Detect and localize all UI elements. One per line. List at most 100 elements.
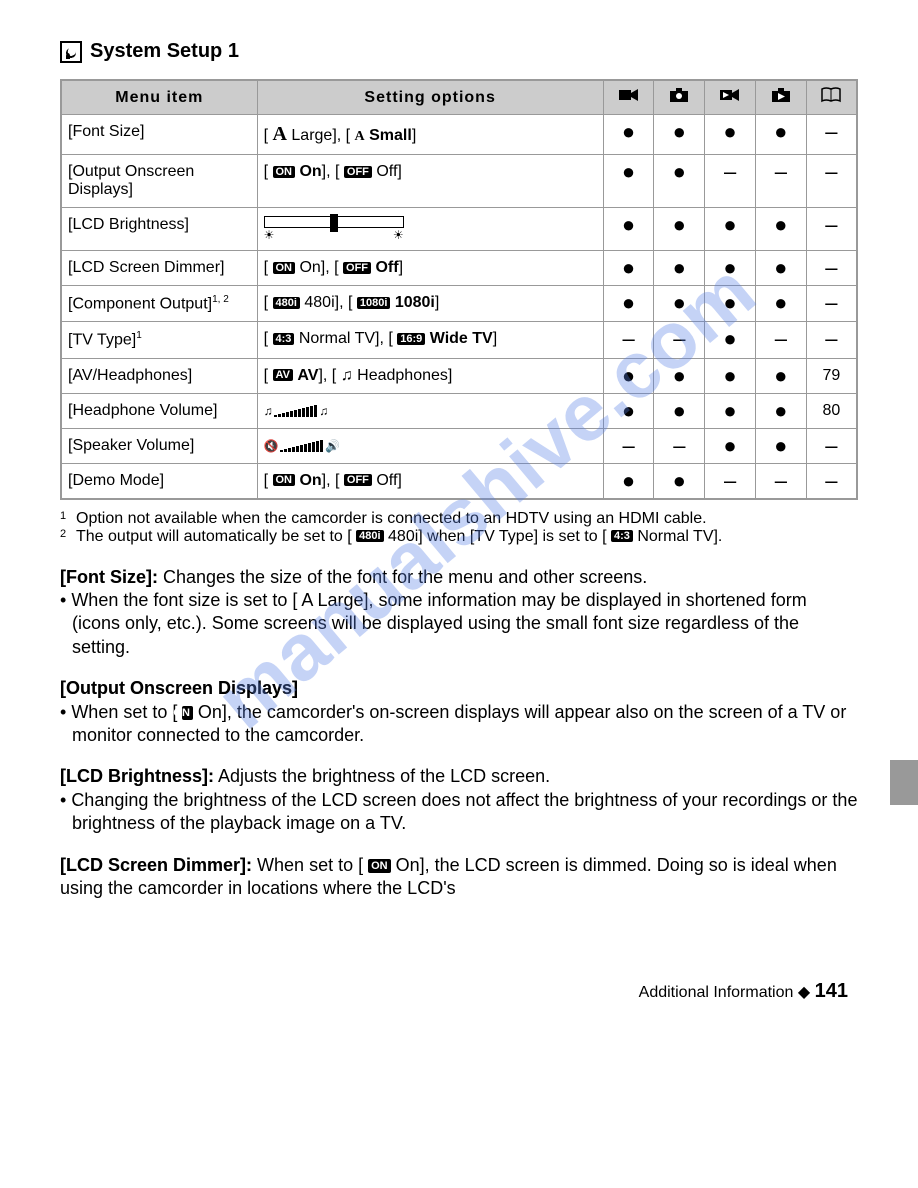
wrench-icon: [60, 41, 82, 63]
page-title: System Setup 1: [90, 40, 239, 63]
availability-cell: ●: [654, 155, 705, 208]
setting-options-cell: [ ON On], [ OFF Off]: [257, 463, 603, 499]
availability-cell: ●: [603, 208, 654, 251]
availability-cell: ●: [654, 393, 705, 428]
availability-cell: ●: [654, 251, 705, 286]
footnotes: 1 Option not available when the camcorde…: [60, 510, 858, 546]
availability-cell: –: [806, 428, 857, 463]
availability-cell: ●: [755, 428, 806, 463]
availability-cell: ●: [755, 115, 806, 155]
table-row: [LCD Screen Dimmer][ ON On], [ OFF Off]●…: [61, 251, 857, 286]
availability-cell: –: [603, 322, 654, 358]
menu-item-cell: [Speaker Volume]: [61, 428, 257, 463]
header-setting-options: Setting options: [257, 80, 603, 115]
menu-item-cell: [LCD Screen Dimmer]: [61, 251, 257, 286]
menu-item-cell: [AV/Headphones]: [61, 358, 257, 393]
availability-cell: –: [705, 463, 756, 499]
availability-cell: –: [806, 251, 857, 286]
page-footer: Additional Information ◆ 141: [60, 980, 858, 1003]
desc-lcd-dimmer: [LCD Screen Dimmer]: When set to [ ON On…: [60, 854, 858, 901]
availability-cell: 79: [806, 358, 857, 393]
availability-cell: –: [806, 463, 857, 499]
desc-lcd-brightness: [LCD Brightness]: Adjusts the brightness…: [60, 765, 858, 835]
setting-options-cell: 🔇 🔊: [257, 428, 603, 463]
table-row: [Font Size][ A Large], [ A Small]●●●●–: [61, 115, 857, 155]
availability-cell: ●: [603, 115, 654, 155]
table-row: [LCD Brightness]☀☀●●●●–: [61, 208, 857, 251]
availability-cell: ●: [654, 208, 705, 251]
availability-cell: –: [755, 155, 806, 208]
menu-item-cell: [Font Size]: [61, 115, 257, 155]
menu-item-cell: [Component Output]1, 2: [61, 286, 257, 322]
video-camera-icon: [603, 80, 654, 115]
availability-cell: ●: [755, 393, 806, 428]
availability-cell: –: [654, 428, 705, 463]
availability-cell: ●: [705, 286, 756, 322]
availability-cell: –: [806, 286, 857, 322]
availability-cell: ●: [654, 463, 705, 499]
footnote-1-marker: 1: [60, 510, 76, 528]
availability-cell: –: [755, 322, 806, 358]
availability-cell: ●: [705, 393, 756, 428]
menu-item-cell: [LCD Brightness]: [61, 208, 257, 251]
availability-cell: ●: [603, 251, 654, 286]
setting-options-cell: [ ON On], [ OFF Off]: [257, 251, 603, 286]
availability-cell: ●: [705, 322, 756, 358]
availability-cell: ●: [603, 358, 654, 393]
setting-options-cell: ♫ ♫: [257, 393, 603, 428]
table-row: [AV/Headphones][ AV AV], [ ♫ Headphones]…: [61, 358, 857, 393]
availability-cell: –: [806, 322, 857, 358]
availability-cell: –: [603, 428, 654, 463]
availability-cell: ●: [603, 155, 654, 208]
availability-cell: ●: [705, 208, 756, 251]
menu-item-cell: [TV Type]1: [61, 322, 257, 358]
setting-options-cell: ☀☀: [257, 208, 603, 251]
setting-options-cell: [ 480i 480i], [ 1080i 1080i]: [257, 286, 603, 322]
availability-cell: ●: [705, 251, 756, 286]
availability-cell: ●: [654, 286, 705, 322]
setting-options-cell: [ AV AV], [ ♫ Headphones]: [257, 358, 603, 393]
menu-item-cell: [Output Onscreen Displays]: [61, 155, 257, 208]
desc-output-onscreen: [Output Onscreen Displays] • When set to…: [60, 677, 858, 747]
availability-cell: ●: [603, 286, 654, 322]
availability-cell: –: [806, 155, 857, 208]
availability-cell: –: [654, 322, 705, 358]
availability-cell: ●: [654, 358, 705, 393]
availability-cell: –: [806, 115, 857, 155]
photo-play-icon: [755, 80, 806, 115]
menu-item-cell: [Headphone Volume]: [61, 393, 257, 428]
availability-cell: ●: [755, 251, 806, 286]
header-menu-item: Menu item: [61, 80, 257, 115]
menu-item-cell: [Demo Mode]: [61, 463, 257, 499]
footnote-1-text: Option not available when the camcorder …: [76, 510, 722, 528]
availability-cell: ●: [755, 208, 806, 251]
availability-cell: ●: [705, 428, 756, 463]
camera-icon: [654, 80, 705, 115]
availability-cell: ●: [755, 286, 806, 322]
availability-cell: ●: [705, 358, 756, 393]
settings-table: Menu item Setting options [Font Size][ A…: [60, 79, 858, 500]
setting-options-cell: [ A Large], [ A Small]: [257, 115, 603, 155]
side-tab: [890, 760, 918, 805]
setting-options-cell: [ ON On], [ OFF Off]: [257, 155, 603, 208]
desc-font-size: [Font Size]: Changes the size of the fon…: [60, 566, 858, 660]
availability-cell: ●: [603, 463, 654, 499]
availability-cell: ●: [755, 358, 806, 393]
availability-cell: ●: [603, 393, 654, 428]
table-row: [Output Onscreen Displays][ ON On], [ OF…: [61, 155, 857, 208]
availability-cell: –: [806, 208, 857, 251]
table-row: [TV Type]1[ 4:3 Normal TV], [ 16:9 Wide …: [61, 322, 857, 358]
availability-cell: –: [705, 155, 756, 208]
table-row: [Demo Mode][ ON On], [ OFF Off]●●–––: [61, 463, 857, 499]
table-row: [Headphone Volume]♫ ♫●●●●80: [61, 393, 857, 428]
footnote-2-text: The output will automatically be set to …: [76, 528, 722, 546]
table-row: [Component Output]1, 2[ 480i 480i], [ 10…: [61, 286, 857, 322]
footnote-2-marker: 2: [60, 528, 76, 546]
book-icon: [806, 80, 857, 115]
setting-options-cell: [ 4:3 Normal TV], [ 16:9 Wide TV]: [257, 322, 603, 358]
availability-cell: –: [755, 463, 806, 499]
table-row: [Speaker Volume]🔇 🔊––●●–: [61, 428, 857, 463]
video-play-icon: [705, 80, 756, 115]
availability-cell: ●: [705, 115, 756, 155]
availability-cell: 80: [806, 393, 857, 428]
